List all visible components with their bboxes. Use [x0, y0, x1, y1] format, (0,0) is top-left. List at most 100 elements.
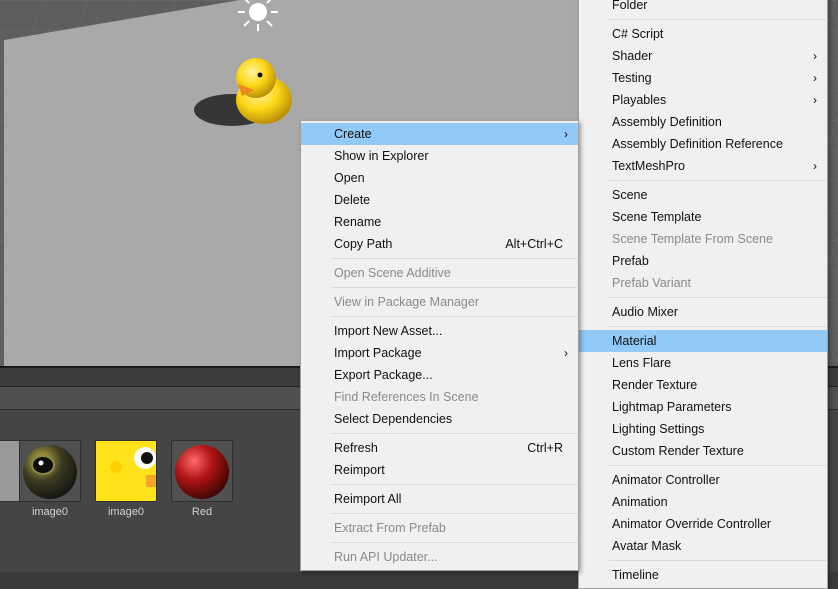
menu-item-label: Animator Override Controller: [612, 517, 772, 531]
menu-item-label: Lens Flare: [612, 356, 672, 370]
menu-separator: [609, 465, 826, 466]
menu-item-label: Scene: [612, 188, 648, 202]
menu-item-label: Avatar Mask: [612, 539, 682, 553]
menu-item-label: Open: [334, 171, 365, 185]
menu-item-label: Create: [334, 127, 372, 141]
menu-separator: [609, 560, 826, 561]
texture-thumbnail: [95, 440, 157, 502]
menu-separator: [609, 180, 826, 181]
menu-item-label: Show in Explorer: [334, 149, 429, 163]
menu-item-audio-mixer[interactable]: Audio Mixer: [579, 301, 827, 323]
menu-item-label: Export Package...: [334, 368, 433, 382]
menu-item-export-package[interactable]: Export Package...: [301, 364, 578, 386]
menu-item-testing[interactable]: Testing ›: [579, 67, 827, 89]
asset-item[interactable]: image0: [95, 440, 157, 518]
menu-separator: [331, 433, 577, 434]
context-menu: Create › Show in Explorer Open Delete Rename C…: [300, 120, 579, 571]
menu-item-view-in-package-manager: View in Package Manager: [301, 291, 578, 313]
menu-item-render-texture[interactable]: Render Texture: [579, 374, 827, 396]
menu-item-prefab-variant: Prefab Variant: [579, 272, 827, 294]
menu-item-label: Lighting Settings: [612, 422, 705, 436]
menu-item-textmeshpro[interactable]: TextMeshPro ›: [579, 155, 827, 177]
menu-item-label: Extract From Prefab: [334, 521, 446, 535]
menu-item-import-new-asset[interactable]: Import New Asset...: [301, 320, 578, 342]
menu-item-label: Import Package: [334, 346, 422, 360]
menu-item-label: Delete: [334, 193, 371, 207]
menu-item-c-script[interactable]: C# Script: [579, 23, 827, 45]
asset-label: image0: [107, 506, 145, 518]
create-submenu: Folder C# Script Shader › Testing › Playables ›…: [578, 0, 828, 589]
menu-item-animator-controller[interactable]: Animator Controller: [579, 469, 827, 491]
menu-item-label: Find References In Scene: [334, 390, 479, 404]
menu-separator: [609, 297, 826, 298]
menu-item-reimport-all[interactable]: Reimport All: [301, 488, 578, 510]
menu-item-scene-template[interactable]: Scene Template: [579, 206, 827, 228]
menu-item-avatar-mask[interactable]: Avatar Mask: [579, 535, 827, 557]
menu-item-label: Rename: [334, 215, 382, 229]
menu-item-label: Playables: [612, 93, 667, 107]
menu-shortcut: Ctrl+R: [527, 441, 563, 455]
menu-item-label: Audio Mixer: [612, 305, 678, 319]
asset-item[interactable]: image0: [19, 440, 81, 518]
chevron-right-icon: ›: [813, 49, 817, 63]
menu-item-label: Render Texture: [612, 378, 698, 392]
chevron-right-icon: ›: [564, 346, 568, 360]
menu-item-extract-from-prefab: Extract From Prefab: [301, 517, 578, 539]
material-sphere-thumbnail: [171, 440, 233, 502]
menu-separator: [331, 484, 577, 485]
menu-item-find-references-in-scene: Find References In Scene: [301, 386, 578, 408]
menu-item-lighting-settings[interactable]: Lighting Settings: [579, 418, 827, 440]
menu-item-create[interactable]: Create ›: [301, 123, 578, 145]
menu-item-import-package[interactable]: Import Package ›: [301, 342, 578, 364]
menu-item-label: Testing: [612, 71, 652, 85]
menu-item-folder[interactable]: Folder: [579, 0, 827, 16]
menu-item-rename[interactable]: Rename: [301, 211, 578, 233]
menu-item-label: Animation: [612, 495, 668, 509]
menu-item-scene[interactable]: Scene: [579, 184, 827, 206]
menu-item-open-scene-additive: Open Scene Additive: [301, 262, 578, 284]
menu-item-lens-flare[interactable]: Lens Flare: [579, 352, 827, 374]
asset-label: image0: [31, 506, 69, 518]
menu-item-assembly-definition[interactable]: Assembly Definition: [579, 111, 827, 133]
asset-label: Red: [191, 506, 213, 518]
menu-item-label: Shader: [612, 49, 653, 63]
menu-item-copy-path[interactable]: Copy Path Alt+Ctrl+C: [301, 233, 578, 255]
menu-item-label: Open Scene Additive: [334, 266, 451, 280]
menu-item-custom-render-texture[interactable]: Custom Render Texture: [579, 440, 827, 462]
menu-item-scene-template-from-scene: Scene Template From Scene: [579, 228, 827, 250]
menu-item-select-dependencies[interactable]: Select Dependencies: [301, 408, 578, 430]
menu-item-label: C# Script: [612, 27, 664, 41]
menu-item-label: View in Package Manager: [334, 295, 479, 309]
menu-item-label: Assembly Definition: [612, 115, 722, 129]
chevron-right-icon: ›: [564, 127, 568, 141]
menu-item-label: Prefab Variant: [612, 276, 691, 290]
menu-item-label: Timeline: [612, 568, 659, 582]
menu-item-animation[interactable]: Animation: [579, 491, 827, 513]
menu-item-shader[interactable]: Shader ›: [579, 45, 827, 67]
menu-item-label: Import New Asset...: [334, 324, 443, 338]
menu-item-material[interactable]: Material: [579, 330, 827, 352]
menu-separator: [609, 326, 826, 327]
menu-item-reimport[interactable]: Reimport: [301, 459, 578, 481]
chevron-right-icon: ›: [813, 71, 817, 85]
menu-item-open[interactable]: Open: [301, 167, 578, 189]
menu-item-prefab[interactable]: Prefab: [579, 250, 827, 272]
menu-item-label: Animator Controller: [612, 473, 720, 487]
menu-item-lightmap-parameters[interactable]: Lightmap Parameters: [579, 396, 827, 418]
menu-item-refresh[interactable]: Refresh Ctrl+R: [301, 437, 578, 459]
menu-item-assembly-definition-reference[interactable]: Assembly Definition Reference: [579, 133, 827, 155]
menu-item-label: Prefab: [612, 254, 649, 268]
menu-item-show-in-explorer[interactable]: Show in Explorer: [301, 145, 578, 167]
menu-item-timeline[interactable]: Timeline: [579, 564, 827, 586]
menu-item-playables[interactable]: Playables ›: [579, 89, 827, 111]
menu-item-label: Lightmap Parameters: [612, 400, 732, 414]
menu-separator: [609, 19, 826, 20]
menu-item-animator-override-controller[interactable]: Animator Override Controller: [579, 513, 827, 535]
chevron-right-icon: ›: [813, 93, 817, 107]
asset-item[interactable]: Red: [171, 440, 233, 518]
menu-item-label: Material: [612, 334, 657, 348]
chevron-right-icon: ›: [813, 159, 817, 173]
menu-item-delete[interactable]: Delete: [301, 189, 578, 211]
menu-item-label: Copy Path: [334, 237, 393, 251]
menu-item-label: Scene Template From Scene: [612, 232, 773, 246]
